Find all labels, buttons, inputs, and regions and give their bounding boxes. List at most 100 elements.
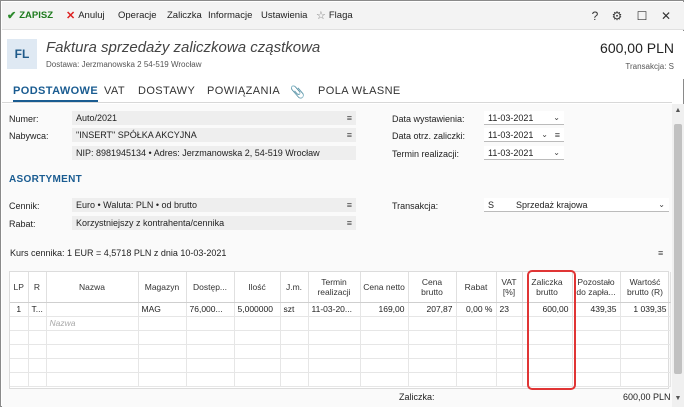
table-row-empty — [10, 330, 671, 345]
column-header[interactable]: Cena brutto — [408, 272, 457, 303]
assortment-section-title: ASORTYMENT — [9, 174, 82, 185]
cell-gross-price[interactable]: 207,87 — [408, 302, 457, 317]
help-button[interactable]: ? — [587, 8, 603, 24]
column-header[interactable]: LP — [10, 272, 29, 303]
cell-advance-gross[interactable]: 600,00 — [522, 302, 573, 317]
flag-button[interactable]: ☆ Flaga — [316, 9, 353, 23]
column-header[interactable]: Wartość brutto (R) — [620, 272, 671, 303]
star-icon: ☆ — [316, 10, 326, 22]
attachment-icon[interactable]: 📎 — [290, 85, 305, 102]
column-header[interactable]: Pozostało do zapła... — [572, 272, 621, 303]
transaction-select[interactable]: S Sprzedaż krajowa ⌄ — [484, 198, 669, 212]
menu-icon[interactable]: ≡ — [347, 216, 352, 230]
tab-basic[interactable]: PODSTAWOWE — [13, 85, 99, 102]
cell-available[interactable]: 76,000... — [186, 302, 235, 317]
chevron-down-icon[interactable]: ⌄ — [553, 146, 560, 159]
cell-vat[interactable]: 23 — [496, 302, 523, 317]
cell-warehouse[interactable]: MAG — [138, 302, 187, 317]
table-row[interactable]: 1 T... MAG 76,000... 5,000000 szt 11-03-… — [10, 302, 671, 317]
save-button[interactable]: ✔ ZAPISZ — [7, 9, 53, 23]
scroll-up-icon[interactable]: ▲ — [672, 106, 684, 116]
cell-lp[interactable]: 1 — [10, 302, 29, 317]
maximize-icon[interactable]: ☐ — [634, 8, 650, 24]
close-x-icon: ✕ — [66, 10, 76, 22]
cancel-button[interactable]: ✕ Anuluj — [66, 9, 105, 23]
tab-custom-fields[interactable]: POLA WŁASNE — [318, 85, 401, 102]
issue-date-field[interactable]: 11-03-2021 ⌄ — [484, 111, 564, 125]
chevron-down-icon[interactable]: ⌄ — [658, 198, 665, 211]
document-amount: 600,00 PLN — [600, 40, 674, 56]
menu-icon[interactable]: ≡ — [347, 111, 352, 125]
cancel-label: Anuluj — [78, 10, 105, 21]
scroll-down-icon[interactable]: ▼ — [672, 394, 684, 404]
scroll-thumb[interactable] — [674, 124, 682, 374]
chevron-down-icon[interactable]: ⌄ — [553, 111, 560, 124]
column-header[interactable]: R — [28, 272, 47, 303]
pricelist-field[interactable]: Euro • Waluta: PLN • od brutto ≡ — [72, 198, 356, 212]
advance-total-value: 600,00 PLN — [623, 392, 671, 402]
column-header[interactable]: Ilość — [234, 272, 281, 303]
transaction-info: Transakcja: S — [625, 62, 674, 71]
column-header[interactable]: Dostęp... — [186, 272, 235, 303]
cell-r[interactable]: T... — [28, 302, 47, 317]
column-header[interactable]: Nazwa — [46, 272, 139, 303]
issue-date-value: 11-03-2021 — [488, 113, 534, 123]
menu-icon[interactable]: ≡ — [347, 128, 352, 142]
menu-icon[interactable]: ≡ — [347, 198, 352, 212]
cell-remaining[interactable]: 439,35 — [572, 302, 621, 317]
number-label: Numer: — [9, 114, 39, 124]
issue-date-label: Data wystawienia: — [392, 114, 465, 124]
table-row-new[interactable]: Nazwa — [10, 316, 671, 331]
items-table: LP R Nazwa Magazyn Dostęp... Ilość J.m. … — [10, 272, 671, 387]
column-header[interactable]: Zaliczka brutto — [522, 272, 573, 303]
document-header: FL Faktura sprzedaży zaliczkowa cząstkow… — [2, 31, 684, 79]
menu-icon[interactable]: ≡ — [658, 248, 663, 258]
cell-name[interactable] — [46, 302, 139, 317]
tab-vat[interactable]: VAT — [104, 85, 125, 102]
cell-gross-value[interactable]: 1 039,35 — [620, 302, 671, 317]
column-header[interactable]: Cena netto — [360, 272, 409, 303]
column-header[interactable]: VAT [%] — [496, 272, 523, 303]
buyer-field[interactable]: "INSERT" SPÓŁKA AKCYJNA ≡ — [72, 128, 356, 142]
due-date-field[interactable]: 11-03-2021 ⌄ — [484, 146, 564, 160]
number-field[interactable]: Auto/2021 ≡ — [72, 111, 356, 125]
operations-label: Operacje — [118, 10, 157, 21]
cell-unit[interactable]: szt — [280, 302, 309, 317]
due-date-value: 11-03-2021 — [488, 148, 534, 158]
column-header[interactable]: Rabat — [456, 272, 497, 303]
items-grid: LP R Nazwa Magazyn Dostęp... Ilość J.m. … — [9, 271, 671, 389]
tab-bar: PODSTAWOWE VAT DOSTAWY POWIĄZANIA 📎 POLA… — [2, 81, 672, 103]
vertical-scrollbar[interactable]: ▲ ▼ — [672, 104, 684, 407]
cell-quantity[interactable]: 5,000000 — [234, 302, 281, 317]
cell-discount[interactable]: 0,00 % — [456, 302, 497, 317]
tab-deliveries[interactable]: DOSTAWY — [138, 85, 195, 102]
number-value: Auto/2021 — [76, 113, 118, 123]
gear-icon[interactable]: ⚙ — [609, 8, 625, 24]
new-item-name-placeholder[interactable]: Nazwa — [46, 316, 139, 331]
advance-menu[interactable]: Zaliczka — [167, 9, 202, 23]
tab-relations[interactable]: POWIĄZANIA — [207, 85, 280, 102]
table-row-empty — [10, 344, 671, 359]
checkmark-icon: ✔ — [7, 10, 17, 22]
column-header[interactable]: Magazyn — [138, 272, 187, 303]
cell-net-price[interactable]: 169,00 — [360, 302, 409, 317]
menu-icon[interactable]: ≡ — [555, 128, 560, 141]
page-title: Faktura sprzedaży zaliczkowa cząstkowa — [46, 39, 321, 56]
invoice-window: ✔ ZAPISZ ✕ Anuluj Operacje Zaliczka Info… — [0, 0, 684, 407]
main-panel: Numer: Auto/2021 ≡ Nabywca: "INSERT" SPÓ… — [2, 104, 672, 407]
cell-due-date[interactable]: 11-03-20... — [308, 302, 361, 317]
table-header-row: LP R Nazwa Magazyn Dostęp... Ilość J.m. … — [10, 272, 671, 303]
column-header[interactable]: Termin realizacji — [308, 272, 361, 303]
settings-menu[interactable]: Ustawienia — [261, 9, 307, 23]
operations-menu[interactable]: Operacje — [118, 9, 157, 23]
buyer-details: NIP: 8981945134 • Adres: Jerzmanowska 2,… — [72, 146, 356, 160]
information-menu[interactable]: Informacje — [208, 9, 252, 23]
chevron-down-icon[interactable]: ⌄ — [541, 128, 548, 141]
close-icon[interactable]: ✕ — [658, 8, 674, 24]
column-header[interactable]: J.m. — [280, 272, 309, 303]
table-row-empty — [10, 358, 671, 373]
discount-field[interactable]: Korzystniejszy z kontrahenta/cennika ≡ — [72, 216, 356, 230]
information-label: Informacje — [208, 10, 253, 21]
advance-date-field[interactable]: 11-03-2021 ⌄ ≡ — [484, 128, 564, 142]
delivery-info: Dostawa: Jerzmanowska 2 54-519 Wrocław — [46, 60, 202, 69]
